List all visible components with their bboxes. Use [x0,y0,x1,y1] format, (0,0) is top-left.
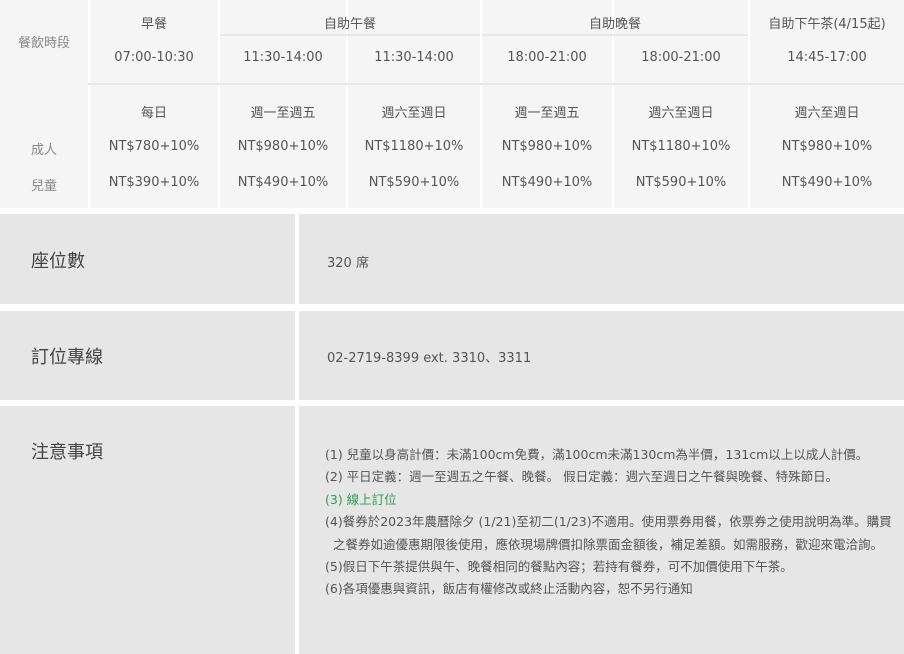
seats-title: 座位數 [31,251,85,272]
phone-row: 訂位專線 02-2719-8399 ext. 3310、3311 [0,311,904,400]
days-cell: 週六至週日 [648,106,714,121]
days-cell: 週一至週五 [514,106,580,121]
group-header-dinner: 自助晚餐 [588,17,641,32]
days-cell: 週六至週日 [794,106,860,121]
days-cell: 每日 [140,106,167,121]
adult-price-cell: NT$1180+10% [364,139,464,154]
time-cell: 11:30-14:00 [243,50,323,65]
group-header-breakfast: 早餐 [140,17,167,32]
seats-value: 320 席 [327,256,369,271]
adult-price-cell: NT$980+10% [781,139,873,154]
note-item: (4)餐券於2023年農曆除夕 (1/21)至初二(1/23)不適用。使用票券用… [325,514,892,552]
divider [88,83,904,85]
adult-price-cell: NT$980+10% [501,139,593,154]
adult-price-cell: NT$1180+10% [631,139,731,154]
child-price-cell: NT$490+10% [501,175,593,190]
child-price-cell: NT$390+10% [108,175,200,190]
child-label: 兒童 [30,179,57,194]
online-booking-link[interactable]: (3) 線上訂位 [325,489,895,511]
group-header-afternoon-tea: 自助下午茶(4/15起) [768,17,886,32]
notes-list: (1) 兒童以身高計價：未滿100cm免費，滿100cm未滿130cm為半價，1… [325,444,895,601]
phone-title: 訂位專線 [31,347,103,368]
days-cell: 週一至週五 [250,106,316,121]
label-column: 餐飲時段 成人 兒童 [0,0,88,208]
time-cell: 14:45-17:00 [787,50,867,65]
child-price-cell: NT$490+10% [781,175,873,190]
adult-price-cell: NT$980+10% [237,139,329,154]
adult-price-cell: NT$780+10% [108,139,200,154]
time-cell: 18:00-21:00 [507,50,587,65]
phone-value[interactable]: 02-2719-8399 ext. 3310、3311 [327,347,531,366]
divider [220,34,480,36]
group-header-lunch: 自助午餐 [323,17,376,32]
notes-row: 注意事項 (1) 兒童以身高計價：未滿100cm免費，滿100cm未滿130cm… [0,406,904,654]
child-price-cell: NT$590+10% [635,175,727,190]
notes-title: 注意事項 [31,442,103,463]
divider [482,34,748,36]
note-item: (5)假日下午茶提供與午、晚餐相同的餐點內容；若持有餐券，可不加價使用下午茶。 [325,559,793,575]
time-cell: 07:00-10:30 [114,50,194,65]
price-table: 餐飲時段 成人 兒童 早餐 07:00-10:30 每日 NT$780+10% … [0,0,904,208]
adult-label: 成人 [30,143,57,158]
note-item: (2) 平日定義：週一至週五之午餐、晚餐。 假日定義：週六至週日之午餐與晚餐、特… [325,469,839,485]
price-column-breakfast: 早餐 07:00-10:30 每日 NT$780+10% NT$390+10% [90,0,218,208]
child-price-cell: NT$490+10% [237,175,329,190]
seats-row: 座位數 320 席 [0,214,904,304]
note-item: (6)各項優惠與資訊，飯店有權修改或終止活動內容，恕不另行通知 [325,581,693,597]
child-price-cell: NT$590+10% [368,175,460,190]
time-cell: 18:00-21:00 [641,50,721,65]
days-cell: 週六至週日 [381,106,447,121]
price-column-afternoon-tea: 自助下午茶(4/15起) 14:45-17:00 週六至週日 NT$980+10… [750,0,904,208]
time-cell: 11:30-14:00 [374,50,454,65]
meal-period-label: 餐飲時段 [17,36,70,51]
note-item: (1) 兒童以身高計價：未滿100cm免費，滿100cm未滿130cm為半價，1… [325,447,869,462]
